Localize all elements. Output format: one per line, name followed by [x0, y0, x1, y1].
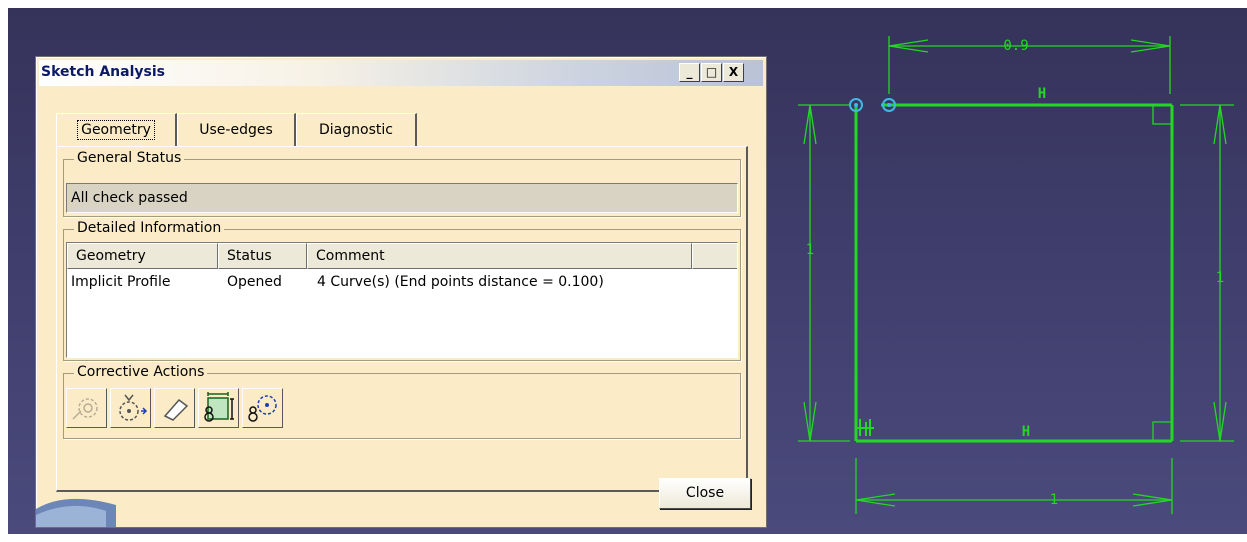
close-open-profile-icon [72, 398, 98, 420]
sketch-viewport[interactable]: 0.9 1 1 1 H H Sketch Analysis _ □ X Geom… [8, 8, 1247, 534]
corrective-actions-label: Corrective Actions [74, 364, 208, 380]
row-status-cell: Opened [227, 274, 282, 290]
column-header-geometry[interactable]: Geometry [67, 243, 218, 269]
column-header-empty [692, 243, 737, 269]
horizontal-constraint-label-top: H [1038, 86, 1046, 102]
maximize-button[interactable]: □ [701, 63, 722, 82]
erase-button[interactable] [154, 388, 195, 428]
right-angle-mark-top [1152, 105, 1172, 125]
horizontal-constraint-label-bottom: H [1022, 424, 1030, 440]
row-geometry-cell: Implicit Profile [71, 274, 171, 290]
column-header-comment[interactable]: Comment [307, 243, 692, 269]
tab-use-edges[interactable]: Use-edges [177, 113, 296, 147]
application-logo-icon [36, 498, 116, 527]
close-open-profile-button[interactable] [66, 388, 107, 428]
dimension-label-left[interactable]: 1 [806, 242, 814, 258]
sketch-analysis-dialog: Sketch Analysis _ □ X Geometry Use-edges… [35, 56, 767, 528]
detailed-information-table[interactable]: Geometry Status Comment Implicit Profile… [66, 242, 738, 358]
dimension-label-bottom[interactable]: 1 [1050, 492, 1058, 508]
dimension-label-top[interactable]: 0.9 [1003, 38, 1028, 54]
tab-geometry-label: Geometry [77, 120, 155, 140]
column-header-status[interactable]: Status [218, 243, 307, 269]
tab-geometry[interactable]: Geometry [56, 113, 177, 147]
hide-constraints-icon [204, 392, 234, 422]
dimension-label-right[interactable]: 1 [1216, 270, 1224, 286]
dialog-titlebar[interactable]: Sketch Analysis _ □ X [39, 60, 763, 86]
hide-construction-button[interactable] [242, 388, 283, 428]
general-status-group: General Status All check passed [63, 150, 741, 217]
close-button[interactable]: Close [659, 478, 751, 509]
corrective-actions-group: Corrective Actions [63, 364, 741, 439]
row-comment-cell: 4 Curve(s) (End points distance = 0.100) [317, 274, 604, 290]
detailed-information-label: Detailed Information [74, 220, 225, 236]
tab-diagnostic[interactable]: Diagnostic [296, 113, 417, 147]
rotate-move-icon [119, 394, 148, 421]
detailed-information-group: Detailed Information Geometry Status Com… [63, 220, 741, 361]
general-status-field: All check passed [66, 183, 738, 213]
minimize-button[interactable]: _ [679, 63, 700, 82]
right-angle-mark-bottom [1152, 421, 1172, 441]
hide-constraints-button[interactable] [198, 388, 239, 428]
fix-constraint-icon [856, 419, 874, 436]
rotate-move-button[interactable] [110, 388, 151, 428]
general-status-label: General Status [74, 150, 185, 166]
dialog-title: Sketch Analysis [41, 64, 165, 80]
erase-icon [163, 398, 189, 421]
geometry-tab-panel: General Status All check passed Detailed… [56, 146, 748, 492]
hide-construction-icon [248, 395, 277, 422]
close-window-button[interactable]: X [723, 63, 744, 82]
